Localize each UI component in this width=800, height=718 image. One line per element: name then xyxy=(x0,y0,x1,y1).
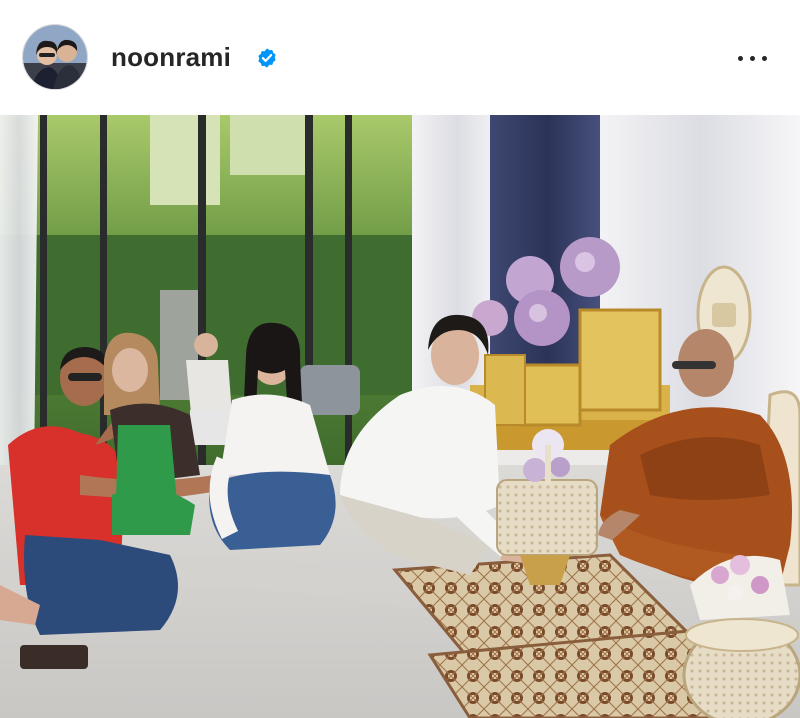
post-photo[interactable] xyxy=(0,115,800,718)
post-header: noonrami xyxy=(0,0,800,115)
post-image xyxy=(0,115,800,718)
more-dot xyxy=(750,56,755,61)
more-dot xyxy=(738,56,743,61)
more-dot xyxy=(762,56,767,61)
avatar[interactable] xyxy=(22,24,88,90)
wallet xyxy=(20,645,88,669)
more-options-button[interactable] xyxy=(734,44,774,72)
verified-badge-icon xyxy=(258,48,276,68)
avatar-image xyxy=(23,25,87,89)
username-link[interactable]: noonrami xyxy=(111,40,231,74)
